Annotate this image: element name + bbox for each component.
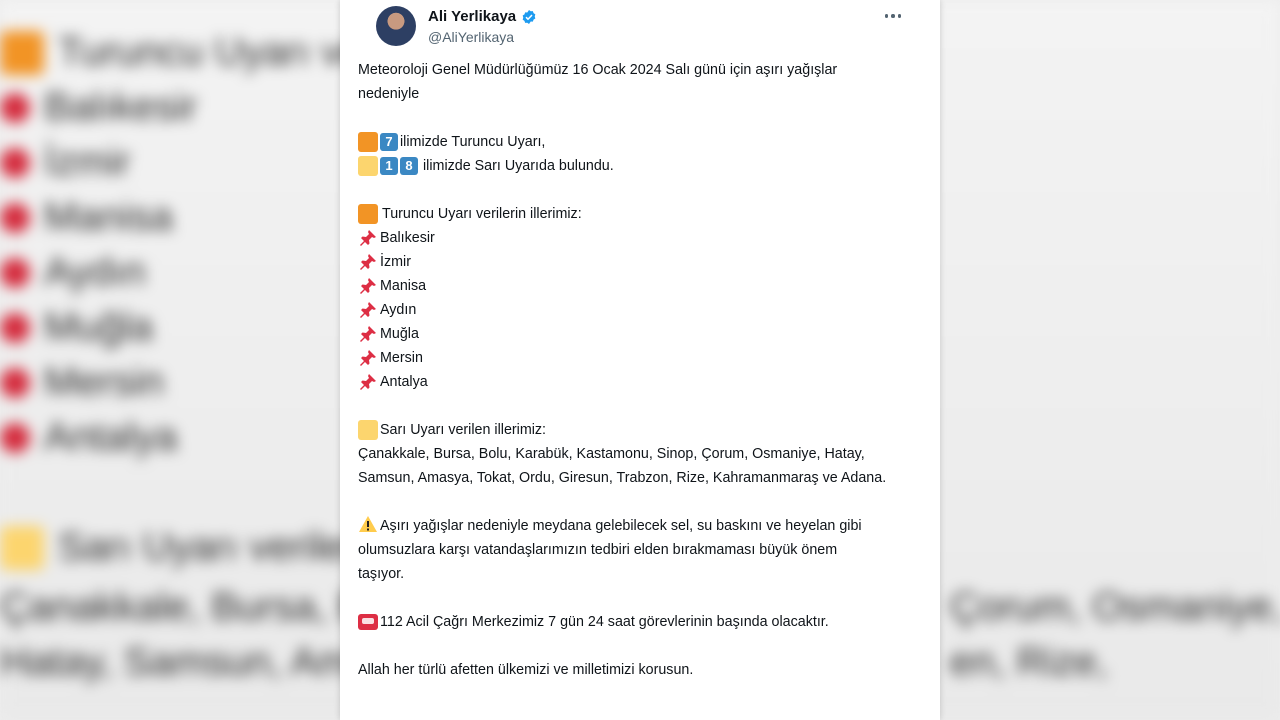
bg-line: Manisa: [0, 195, 173, 240]
keycap-icon: 1: [380, 157, 398, 175]
pushpin-icon: [360, 254, 376, 270]
verified-icon: [522, 9, 536, 24]
yellow-count-text: ilimizde Sarı Uyarıda bulundu.: [423, 158, 614, 174]
province-item: Antalya: [358, 370, 922, 394]
bg-line: Balıkesir: [0, 85, 197, 130]
bg-line: İzmir: [0, 140, 131, 185]
province-name: Muğla: [380, 326, 419, 342]
closing-text: Allah her türlü afetten ülkemizi ve mill…: [358, 662, 694, 678]
yellow-heading: Sarı Uyarı verilen illerimiz:: [380, 422, 547, 438]
keycap-icon: 8: [400, 157, 418, 175]
author-name-row: Ali Yerlikaya: [428, 8, 537, 25]
bg-line: Muğla: [0, 305, 153, 350]
emergency-line: 112 Acil Çağrı Merkezimiz 7 gün 24 saat …: [358, 610, 922, 634]
warning-paragraph: Aşırı yağışlar nedeniyle meydana gelebil…: [358, 514, 922, 586]
keycap-icon: 7: [380, 133, 398, 151]
tweet-body: Meteoroloji Genel Müdürlüğümüz 16 Ocak 2…: [358, 58, 922, 682]
pushpin-icon: [360, 278, 376, 294]
orange-heading-line: Turuncu Uyarı verilerin illerimiz:: [358, 202, 922, 226]
intro-text: Meteoroloji Genel Müdürlüğümüz 16 Ocak 2…: [358, 62, 838, 102]
emergency-text: 112 Acil Çağrı Merkezimiz 7 gün 24 saat …: [380, 614, 829, 630]
pushpin-icon: [360, 326, 376, 342]
yellow-count-line: 1 8 ilimizde Sarı Uyarıda bulundu.: [358, 154, 922, 178]
orange-heading: Turuncu Uyarı verilerin illerimiz:: [382, 206, 582, 222]
province-name: İzmir: [380, 254, 411, 270]
yellow-square-icon: [358, 420, 378, 440]
pushpin-icon: [360, 350, 376, 366]
yellow-square-icon: [358, 156, 378, 176]
pushpin-icon: [360, 302, 376, 318]
bg-line: Mersin: [0, 360, 164, 405]
yellow-heading-line: Sarı Uyarı verilen illerimiz:: [358, 418, 922, 442]
orange-square-icon: [358, 132, 378, 152]
warning-icon: [359, 516, 377, 532]
province-item: Muğla: [358, 322, 922, 346]
bg-line: Antalya: [0, 415, 177, 460]
orange-count-text: ilimizde Turuncu Uyarı,: [400, 134, 546, 150]
closing-line: Allah her türlü afetten ülkemizi ve mill…: [358, 658, 922, 682]
province-name: Manisa: [380, 278, 427, 294]
author-name[interactable]: Ali Yerlikaya: [428, 8, 516, 25]
yellow-provinces-text: Çanakkale, Bursa, Bolu, Karabük, Kastamo…: [358, 446, 887, 486]
orange-square-icon: [358, 204, 378, 224]
province-name: Antalya: [380, 374, 428, 390]
bg-line: Aydın: [0, 250, 146, 295]
province-name: Aydın: [380, 302, 417, 318]
bg-line: Turuncu Uyarı ve: [0, 30, 363, 75]
province-item: İzmir: [358, 250, 922, 274]
province-item: Aydın: [358, 298, 922, 322]
pushpin-icon: [360, 230, 376, 246]
warning-text: Aşırı yağışlar nedeniyle meydana gelebil…: [358, 518, 862, 582]
province-name: Balıkesir: [380, 230, 435, 246]
tweet-card: Ali Yerlikaya @AliYerlikaya Meteoroloji …: [340, 0, 940, 720]
tweet-header: Ali Yerlikaya @AliYerlikaya: [358, 0, 922, 58]
province-item: Mersin: [358, 346, 922, 370]
author-handle[interactable]: @AliYerlikaya: [428, 29, 514, 45]
province-item: Manisa: [358, 274, 922, 298]
bg-line: en, Rize,: [950, 640, 1108, 684]
pushpin-icon: [360, 374, 376, 390]
orange-count-line: 7 ilimizde Turuncu Uyarı,: [358, 130, 922, 154]
bg-line: Sarı Uyarı verilen: [0, 525, 367, 570]
more-icon[interactable]: [882, 6, 904, 26]
avatar[interactable]: [376, 6, 416, 46]
province-item: Balıkesir: [358, 226, 922, 250]
province-name: Mersin: [380, 350, 423, 366]
telephone-icon: [358, 614, 378, 630]
bg-line: Çorum, Osmaniye,: [950, 585, 1280, 629]
